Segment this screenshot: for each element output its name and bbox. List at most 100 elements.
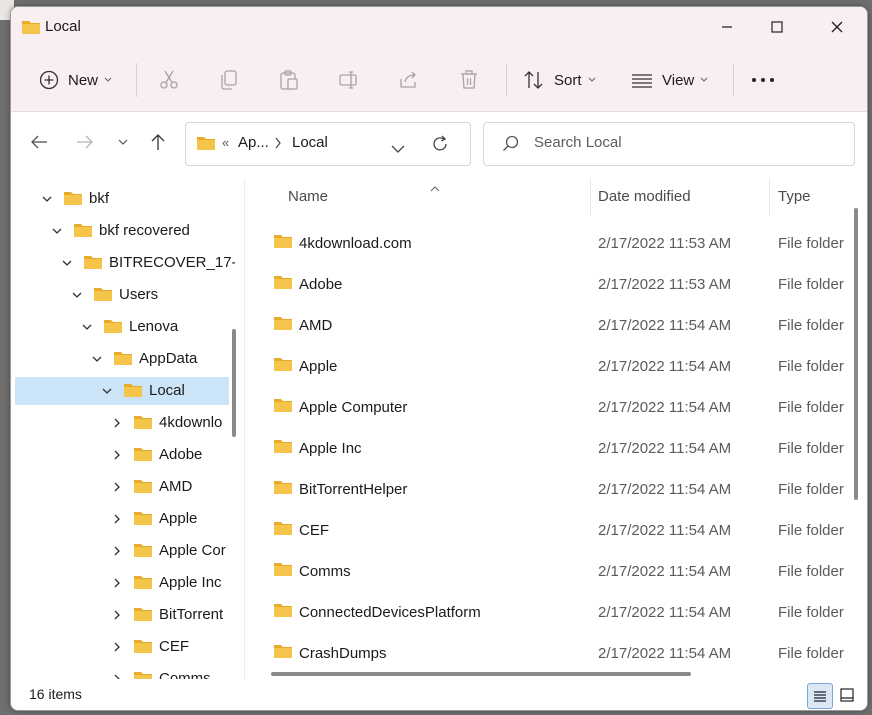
sidebar-item[interactable]: Comms <box>11 665 243 679</box>
new-button[interactable]: New <box>39 49 112 111</box>
new-label: New <box>68 71 99 89</box>
large-icons-view-button[interactable] <box>835 683 859 707</box>
search-box[interactable]: Search Local <box>483 122 855 166</box>
delete-button[interactable] <box>458 49 480 111</box>
chevron-down-icon[interactable] <box>39 191 55 207</box>
back-button[interactable] <box>25 128 53 156</box>
sidebar-item-label: AppData <box>139 350 198 367</box>
column-header-date[interactable]: Date modified <box>598 188 691 205</box>
chevron-right-icon[interactable] <box>109 575 125 591</box>
file-row[interactable]: CEF 2/17/2022 11:54 AM File folder <box>247 512 847 553</box>
details-view-button[interactable] <box>807 683 833 709</box>
share-button[interactable] <box>398 49 420 111</box>
chevron-down-icon[interactable] <box>49 223 65 239</box>
address-dropdown-button[interactable] <box>391 140 405 157</box>
chevron-right-icon[interactable] <box>109 511 125 527</box>
chevron-right-icon[interactable] <box>109 479 125 495</box>
minimize-icon <box>722 26 732 28</box>
sidebar-item[interactable]: BitTorrent <box>11 601 243 629</box>
paste-button[interactable] <box>278 49 300 111</box>
folder-icon <box>273 397 293 417</box>
plus-circle-icon <box>39 70 59 90</box>
file-row[interactable]: AMD 2/17/2022 11:54 AM File folder <box>247 307 847 348</box>
sidebar-item[interactable]: Apple Inc <box>11 569 243 597</box>
sidebar-item[interactable]: AMD <box>11 473 243 501</box>
file-row[interactable]: Apple Computer 2/17/2022 11:54 AM File fol… <box>247 389 847 430</box>
view-button[interactable]: View <box>631 49 708 111</box>
sidebar-item[interactable]: AppData <box>11 345 243 373</box>
copy-button[interactable] <box>218 49 240 111</box>
file-row[interactable]: BitTorrentHelper 2/17/2022 11:54 AM File f… <box>247 471 847 512</box>
rename-button[interactable] <box>338 49 360 111</box>
sort-button[interactable]: Sort <box>523 49 596 111</box>
minimize-button[interactable] <box>699 7 755 47</box>
breadcrumb-segment[interactable]: Local <box>292 134 328 151</box>
recent-locations-button[interactable] <box>109 128 137 156</box>
address-bar[interactable]: « Ap... Local <box>185 122 471 166</box>
chevron-right-icon[interactable] <box>109 607 125 623</box>
file-date-modified: 2/17/2022 11:54 AM <box>598 481 732 498</box>
search-input[interactable]: Search Local <box>534 134 622 151</box>
sidebar-item[interactable]: Users <box>11 281 243 309</box>
folder-icon <box>273 643 293 663</box>
chevron-right-icon[interactable] <box>109 415 125 431</box>
chevron-right-icon[interactable] <box>109 639 125 655</box>
refresh-button[interactable] <box>430 134 450 158</box>
chevron-down-icon[interactable] <box>59 255 75 271</box>
command-bar: New Sort View <box>11 49 867 112</box>
title-bar: Local <box>11 7 867 49</box>
sidebar-item-label: AMD <box>159 478 193 495</box>
column-separator[interactable] <box>769 179 770 215</box>
close-button[interactable] <box>809 7 865 47</box>
forward-button[interactable] <box>71 128 99 156</box>
chevron-down-icon[interactable] <box>69 287 85 303</box>
file-row[interactable]: 4kdownload.com 2/17/2022 11:53 AM File fol… <box>247 225 847 266</box>
sidebar-item[interactable]: bkf <box>11 185 243 213</box>
share-icon <box>400 71 416 88</box>
file-row[interactable]: Apple Inc 2/17/2022 11:54 AM File folder <box>247 430 847 471</box>
sidebar-item[interactable]: Apple Cor <box>11 537 243 565</box>
sidebar-item[interactable]: Local <box>15 377 229 405</box>
chevron-down-icon[interactable] <box>99 383 115 399</box>
pane-divider[interactable] <box>244 179 245 679</box>
chevron-down-icon[interactable] <box>89 351 105 367</box>
file-row[interactable]: CrashDumps 2/17/2022 11:54 AM File folder <box>247 635 847 676</box>
file-row[interactable]: Comms 2/17/2022 11:54 AM File folder <box>247 553 847 594</box>
sidebar-item[interactable]: Apple <box>11 505 243 533</box>
chevron-right-icon[interactable] <box>109 543 125 559</box>
sidebar-item[interactable]: BITRECOVER_17-0 <box>11 249 243 277</box>
up-button[interactable] <box>144 128 172 156</box>
chevron-right-icon[interactable] <box>274 136 282 153</box>
chevron-right-icon[interactable] <box>109 671 125 679</box>
cut-button[interactable] <box>158 49 180 111</box>
file-name: Adobe <box>299 276 343 293</box>
column-header-type[interactable]: Type <box>778 188 811 205</box>
file-type: File folder <box>778 317 844 334</box>
maximize-button[interactable] <box>749 7 805 47</box>
navigation-pane-scrollbar[interactable] <box>232 329 236 437</box>
folder-icon <box>113 350 133 370</box>
column-header-name[interactable]: Name <box>288 188 328 205</box>
more-options-button[interactable] <box>751 49 775 111</box>
chevron-right-icon[interactable] <box>109 447 125 463</box>
folder-icon <box>133 510 153 530</box>
chevron-down-icon <box>118 139 128 145</box>
sidebar-item[interactable]: 4kdownlo <box>11 409 243 437</box>
breadcrumb-segment[interactable]: Ap... <box>238 134 269 151</box>
sidebar-item[interactable]: Lenova <box>11 313 243 341</box>
folder-icon <box>273 274 293 294</box>
file-row[interactable]: Apple 2/17/2022 11:54 AM File folder <box>247 348 847 389</box>
file-date-modified: 2/17/2022 11:54 AM <box>598 358 732 375</box>
folder-icon <box>133 670 153 679</box>
sidebar-item[interactable]: Adobe <box>11 441 243 469</box>
file-row[interactable]: Adobe 2/17/2022 11:53 AM File folder <box>247 266 847 307</box>
file-date-modified: 2/17/2022 11:54 AM <box>598 522 732 539</box>
column-separator[interactable] <box>590 179 591 215</box>
sidebar-item[interactable]: CEF <box>11 633 243 661</box>
overflow-chevrons-icon[interactable]: « <box>222 135 229 150</box>
sidebar-item[interactable]: bkf recovered <box>11 217 243 245</box>
chevron-down-icon[interactable] <box>79 319 95 335</box>
file-list-horizontal-scrollbar[interactable] <box>271 672 691 676</box>
file-list-vertical-scrollbar[interactable] <box>854 208 858 500</box>
file-row[interactable]: ConnectedDevicesPlatform 2/17/2022 11:54 … <box>247 594 847 635</box>
